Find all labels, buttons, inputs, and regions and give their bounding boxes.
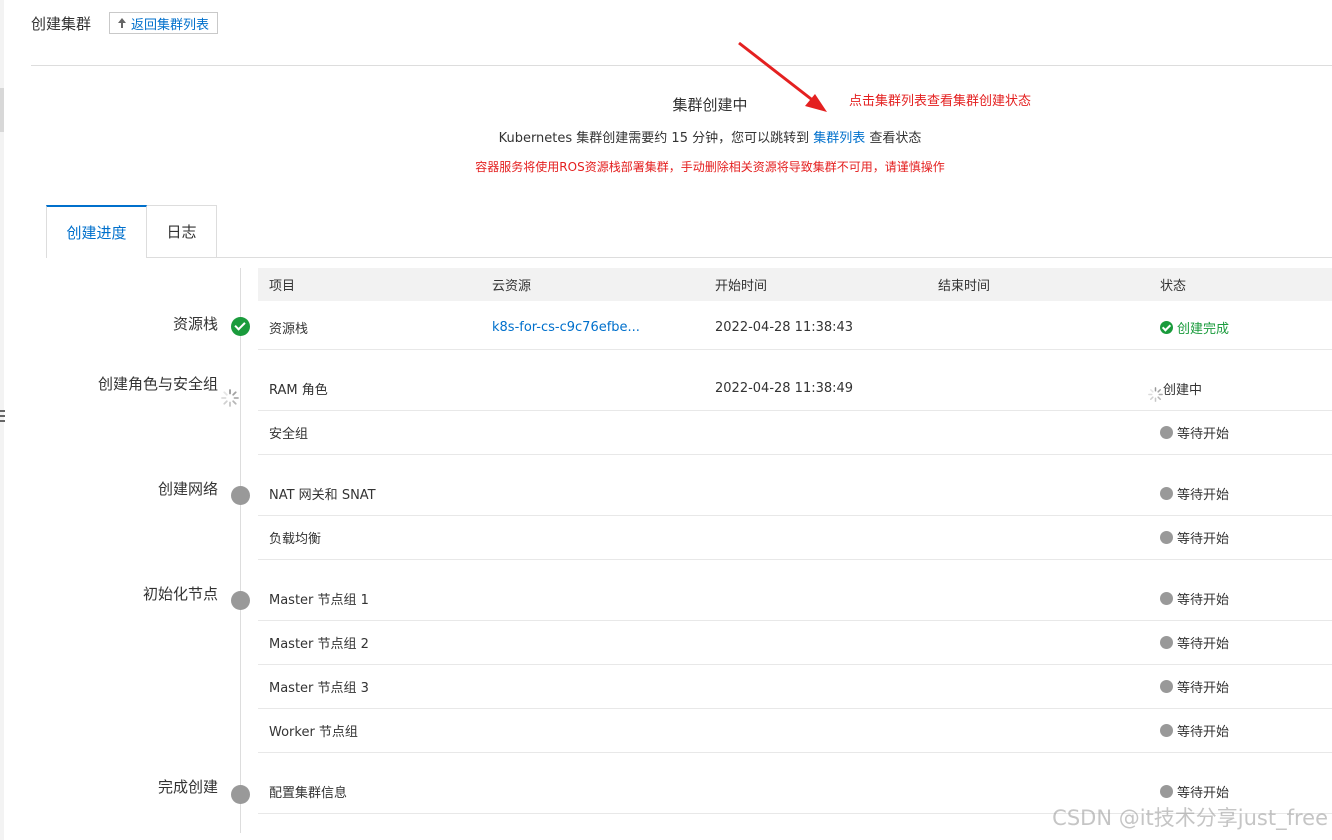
row-status: 创建中 (1148, 375, 1202, 402)
tab-progress[interactable]: 创建进度 (46, 205, 147, 258)
row-status: 等待开始 (1160, 782, 1229, 801)
row-status: 等待开始 (1160, 484, 1229, 503)
row-status-text: 创建中 (1163, 383, 1203, 398)
table-row: NAT 网关和 SNAT 等待开始 (258, 472, 1332, 516)
column-header-start-time: 开始时间 (715, 279, 768, 294)
row-status-text: 等待开始 (1177, 427, 1230, 442)
step-loading-spinner-icon (221, 389, 239, 407)
page-title: 创建集群 (31, 14, 92, 33)
step-label-complete: 完成创建 (157, 778, 218, 796)
table-row: Worker 节点组 等待开始 (258, 709, 1332, 753)
watermark: CSDN @it技术分享just_free (1052, 806, 1328, 830)
cluster-list-link[interactable]: 集群列表 (813, 131, 865, 146)
tab-logs[interactable]: 日志 (147, 205, 217, 258)
waiting-dot-icon (1160, 487, 1173, 500)
table-header: 项目 云资源 开始时间 结束时间 状态 (258, 268, 1332, 301)
waiting-dot-icon (1160, 636, 1173, 649)
row-item: 负载均衡 (269, 532, 322, 547)
column-header-status: 状态 (1160, 279, 1187, 294)
waiting-dot-icon (1160, 680, 1173, 693)
annotation-text: 点击集群列表查看集群创建状态 (849, 94, 1032, 109)
step-label-network: 创建网络 (157, 480, 218, 498)
table-row: RAM 角色 2022-04-28 11:38:49 创建中 (258, 367, 1332, 411)
row-item: 配置集群信息 (269, 786, 348, 801)
status-warning: 容器服务将使用ROS资源栈部署集群，手动删除相关资源将导致集群不可用，请谨慎操作 (475, 160, 945, 174)
row-status-text: 等待开始 (1177, 681, 1230, 696)
step-label-nodes: 初始化节点 (142, 585, 218, 603)
waiting-dot-icon (1160, 592, 1173, 605)
column-header-item: 项目 (269, 279, 296, 294)
row-status: 等待开始 (1160, 721, 1229, 740)
row-resource-link[interactable]: k8s-for-cs-c9c76efbe... (492, 320, 640, 335)
column-header-resource: 云资源 (492, 279, 532, 294)
row-status: 等待开始 (1160, 528, 1229, 547)
row-status-text: 等待开始 (1177, 725, 1230, 740)
step-done-icon (231, 317, 250, 336)
back-button-label: 返回集群列表 (131, 17, 210, 33)
row-status-text: 等待开始 (1177, 488, 1230, 503)
row-item: 资源栈 (269, 322, 309, 337)
table-row: 安全组 等待开始 (258, 411, 1332, 455)
row-status-text: 等待开始 (1177, 786, 1230, 801)
step-waiting-icon (231, 486, 250, 505)
tab-bar: 创建进度 日志 (46, 205, 217, 258)
step-label-roles: 创建角色与安全组 (97, 375, 218, 393)
status-description: Kubernetes 集群创建需要约 15 分钟，您可以跳转到 集群列表 查看状… (400, 127, 1020, 146)
step-waiting-icon (231, 591, 250, 610)
step-label-stack: 资源栈 (172, 315, 218, 333)
annotation-arrow-icon (738, 41, 827, 112)
row-status: 等待开始 (1160, 677, 1229, 696)
waiting-dot-icon (1160, 531, 1173, 544)
progress-table: 项目 云资源 开始时间 结束时间 状态 (258, 268, 1332, 301)
sidebar-resize-handle[interactable] (0, 410, 5, 422)
row-item: Master 节点组 2 (269, 637, 369, 652)
row-start-time: 2022-04-28 11:38:43 (715, 320, 854, 335)
row-status-text: 等待开始 (1177, 593, 1230, 608)
table-row: Master 节点组 3 等待开始 (258, 665, 1332, 709)
row-start-time: 2022-04-28 11:38:49 (715, 381, 854, 396)
row-status: 等待开始 (1160, 589, 1229, 608)
page-header: 创建集群 返回集群列表 (31, 12, 219, 34)
column-header-end-time: 结束时间 (938, 279, 991, 294)
left-sidebar-highlight (0, 88, 4, 132)
row-status: 等待开始 (1160, 423, 1229, 442)
row-item: Master 节点组 3 (269, 681, 369, 696)
table-row: Master 节点组 2 等待开始 (258, 621, 1332, 665)
waiting-dot-icon (1160, 426, 1173, 439)
row-item: Master 节点组 1 (269, 593, 369, 608)
back-to-cluster-list-button[interactable]: 返回集群列表 (109, 12, 219, 34)
table-row: 资源栈 k8s-for-cs-c9c76efbe... 2022-04-28 1… (258, 306, 1332, 350)
row-item: RAM 角色 (269, 383, 328, 398)
waiting-dot-icon (1160, 724, 1173, 737)
status-desc-prefix: Kubernetes 集群创建需要约 15 分钟，您可以跳转到 (498, 131, 814, 146)
waiting-dot-icon (1160, 785, 1173, 798)
check-circle-icon (1160, 321, 1173, 334)
upload-arrow-icon (117, 17, 127, 29)
row-status-text: 等待开始 (1177, 532, 1230, 547)
status-desc-suffix: 查看状态 (865, 131, 922, 146)
row-status-text: 创建完成 (1177, 322, 1230, 337)
row-item: Worker 节点组 (269, 725, 358, 740)
step-waiting-icon (231, 785, 250, 804)
header-divider (31, 65, 1332, 66)
row-status: 等待开始 (1160, 633, 1229, 652)
row-item: NAT 网关和 SNAT (269, 488, 376, 503)
row-status-text: 等待开始 (1177, 637, 1230, 652)
row-item: 安全组 (269, 427, 309, 442)
tab-bar-divider (216, 257, 1332, 258)
timeline-line (240, 268, 241, 833)
loading-spinner-icon (1148, 387, 1163, 402)
table-row: 负载均衡 等待开始 (258, 516, 1332, 560)
table-row: Master 节点组 1 等待开始 (258, 577, 1332, 621)
row-status: 创建完成 (1160, 318, 1229, 337)
